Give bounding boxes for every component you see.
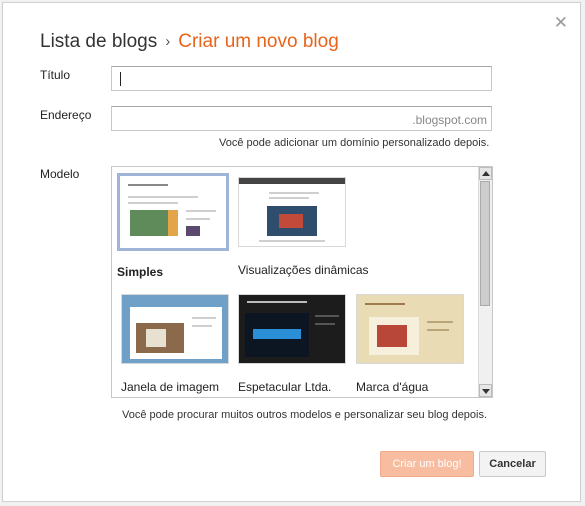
- template-gallery: Simples Visualizações dinâmicas Janela d…: [111, 166, 493, 398]
- template-watermark[interactable]: Marca d'água: [356, 294, 468, 394]
- template-thumbnail: [121, 294, 229, 364]
- breadcrumb-blog-list[interactable]: Lista de blogs: [40, 31, 157, 52]
- template-name: Visualizações dinâmicas: [238, 263, 369, 277]
- template-name: Marca d'água: [356, 380, 429, 394]
- template-name: Espetacular Ltda.: [238, 380, 332, 394]
- gallery-scrollbar[interactable]: [478, 167, 492, 397]
- template-awesome-inc[interactable]: Espetacular Ltda.: [238, 294, 350, 394]
- template-name: Simples: [117, 265, 164, 279]
- address-input[interactable]: .blogspot.com: [111, 106, 492, 131]
- scroll-down-icon[interactable]: [479, 384, 492, 397]
- template-thumbnail: [117, 173, 229, 251]
- address-suffix: .blogspot.com: [412, 113, 487, 127]
- title-input[interactable]: [111, 66, 492, 91]
- scrollbar-thumb[interactable]: [480, 181, 490, 306]
- close-icon[interactable]: ✕: [554, 13, 568, 33]
- breadcrumb-separator-icon: ›: [165, 33, 171, 50]
- domain-hint: Você pode adicionar um domínio personali…: [219, 137, 490, 149]
- template-thumbnail: [238, 294, 346, 364]
- template-name: Janela de imagem: [121, 380, 220, 394]
- template-thumbnail: [238, 177, 346, 247]
- cancel-button[interactable]: Cancelar: [479, 451, 546, 477]
- breadcrumb-current: Criar um novo blog: [178, 31, 339, 52]
- address-label: Endereço: [40, 108, 92, 122]
- title-label: Título: [40, 68, 71, 82]
- template-simples[interactable]: Simples: [117, 173, 229, 279]
- text-cursor: [120, 72, 121, 86]
- template-label: Modelo: [40, 167, 80, 181]
- page-title: Lista de blogs › Criar um novo blog: [40, 31, 339, 53]
- templates-hint: Você pode procurar muitos outros modelos…: [122, 409, 488, 421]
- template-thumbnail: [356, 294, 464, 364]
- template-dynamic-views[interactable]: Visualizações dinâmicas: [238, 177, 369, 277]
- template-picture-window[interactable]: Janela de imagem: [121, 294, 233, 394]
- create-blog-dialog: ✕ Lista de blogs › Criar um novo blog Títu…: [2, 2, 581, 502]
- scroll-up-icon[interactable]: [479, 167, 492, 180]
- create-blog-button[interactable]: Criar um blog!: [380, 451, 474, 477]
